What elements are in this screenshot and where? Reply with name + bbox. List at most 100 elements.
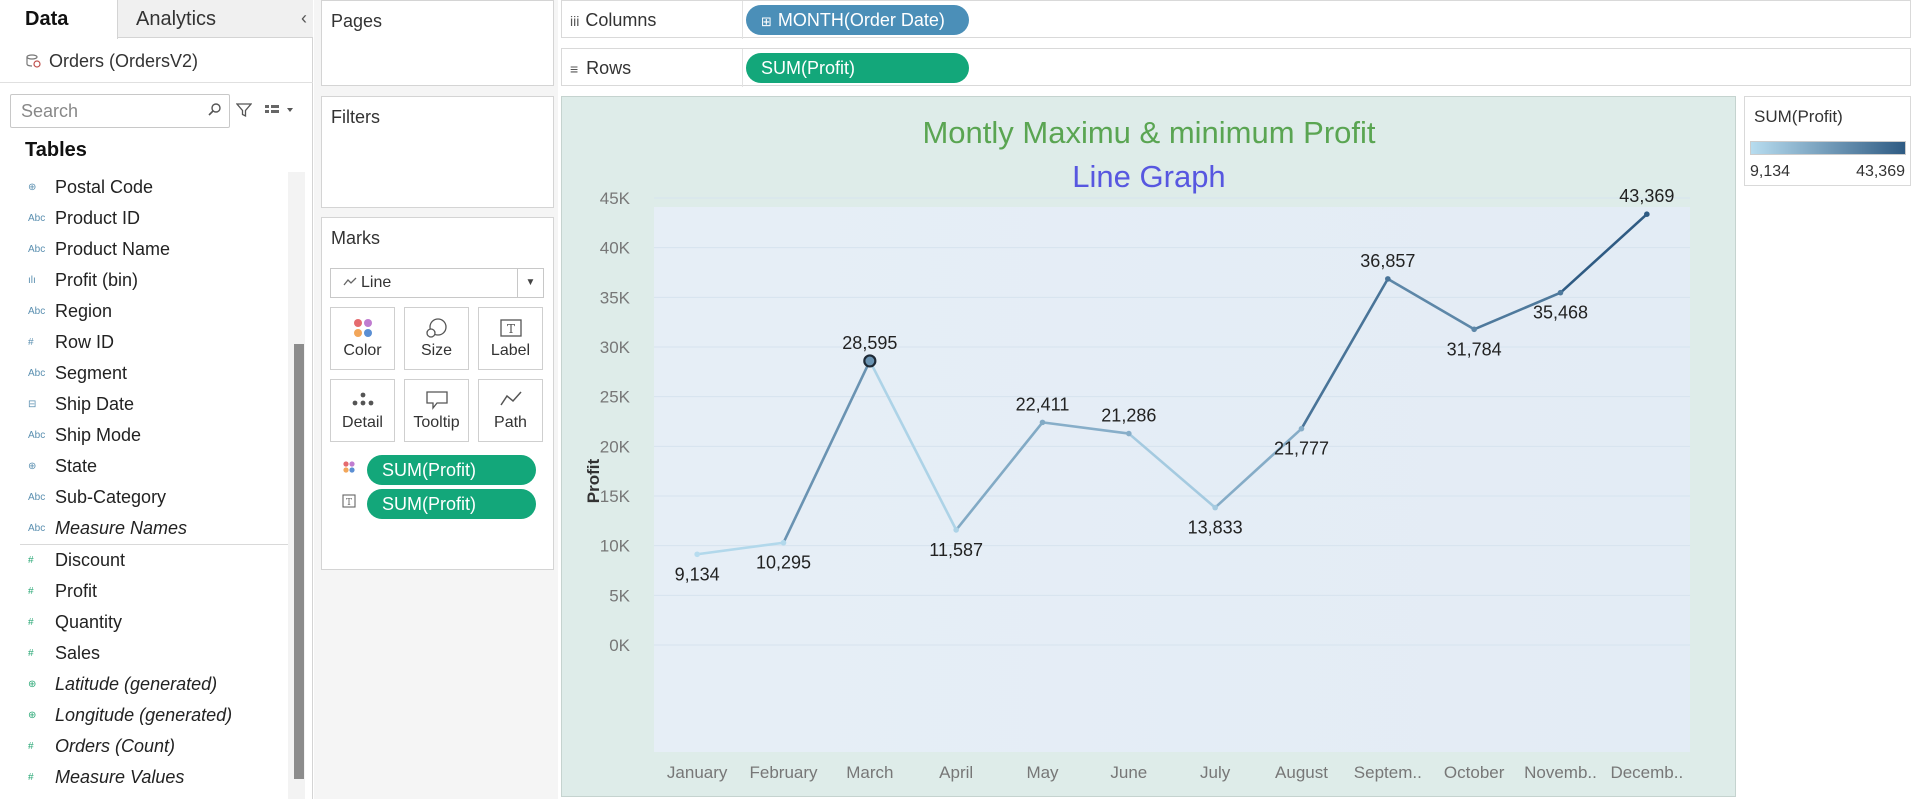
field-item[interactable]: ⊕ State	[20, 451, 288, 482]
x-tick-label[interactable]: February	[749, 763, 818, 782]
filters-card[interactable]: Filters	[321, 96, 554, 208]
data-point[interactable]	[694, 551, 700, 558]
globe-icon: ⊕	[28, 679, 37, 690]
field-item[interactable]: ⊕ Postal Code	[20, 172, 288, 203]
label-icon: T	[479, 308, 542, 342]
field-item[interactable]: Abc Segment	[20, 358, 288, 389]
mark-type-dropdown[interactable]: Line ▼	[330, 268, 544, 298]
expand-icon[interactable]: ⊞	[761, 14, 772, 29]
marks-card: Marks Line ▼ Color Size T Label Detail T…	[321, 217, 554, 570]
label-profit-pill[interactable]: SUM(Profit)	[367, 489, 536, 519]
path-button[interactable]: Path	[478, 379, 543, 442]
data-point[interactable]	[1471, 326, 1477, 333]
scrollbar-thumb[interactable]	[294, 344, 304, 779]
detail-icon	[331, 380, 394, 414]
field-label: Ship Date	[55, 394, 135, 414]
field-item[interactable]: # Row ID	[20, 327, 288, 358]
field-item[interactable]: ⊕ Latitude (generated)	[20, 669, 288, 700]
y-tick-label: 30K	[600, 338, 631, 357]
field-item[interactable]: # Sales	[20, 638, 288, 669]
field-item[interactable]: Abc Product Name	[20, 234, 288, 265]
field-item[interactable]: # Orders (Count)	[20, 731, 288, 762]
data-point[interactable]	[1126, 430, 1132, 437]
field-item[interactable]: # Profit	[20, 576, 288, 607]
search-input[interactable]	[11, 95, 201, 127]
tab-data[interactable]: Data	[0, 0, 118, 39]
y-tick-label: 15K	[600, 487, 631, 506]
columns-shelf[interactable]: iii Columns ⊞ MONTH(Order Date)	[561, 0, 1911, 39]
data-label: 21,777	[1274, 439, 1329, 459]
label-button[interactable]: T Label	[478, 307, 543, 370]
field-label: Ship Mode	[55, 425, 142, 445]
search-icon[interactable]	[207, 102, 223, 118]
x-tick-label[interactable]: March	[846, 763, 893, 782]
view-canvas[interactable]: Montly Maximu & minimum Profit Line Grap…	[561, 96, 1736, 797]
search-box	[10, 94, 230, 128]
field-item[interactable]: ⊟ Ship Date	[20, 389, 288, 420]
abc-icon: Abc	[28, 430, 46, 441]
svg-text:T: T	[506, 322, 514, 336]
tooltip-button[interactable]: Tooltip	[404, 379, 469, 442]
calendar-icon: ⊟	[28, 399, 37, 410]
data-point[interactable]	[1298, 425, 1305, 432]
view-options-icon[interactable]	[264, 102, 298, 118]
data-point[interactable]	[953, 527, 959, 533]
field-label: Orders (Count)	[55, 736, 176, 756]
columns-icon: iii	[570, 13, 580, 29]
color-profit-pill[interactable]: SUM(Profit)	[367, 455, 536, 485]
y-tick-label: 10K	[600, 537, 631, 556]
filter-icon[interactable]	[236, 102, 252, 118]
data-label: 10,295	[756, 553, 811, 573]
field-item[interactable]: Abc Measure Names	[20, 513, 288, 544]
data-point[interactable]	[1212, 504, 1218, 511]
field-item[interactable]: # Discount	[20, 545, 288, 576]
data-label: 31,784	[1447, 339, 1502, 359]
month-order-date-pill[interactable]: ⊞ MONTH(Order Date)	[746, 5, 969, 35]
x-tick-label[interactable]: July	[1200, 763, 1231, 782]
x-tick-label[interactable]: January	[667, 763, 728, 782]
detail-button[interactable]: Detail	[330, 379, 395, 442]
x-tick-label[interactable]: Novemb..	[1524, 763, 1597, 782]
field-label: Quantity	[55, 612, 123, 632]
number-icon: #	[28, 741, 34, 752]
data-point[interactable]	[1557, 289, 1564, 296]
field-item[interactable]: Abc Region	[20, 296, 288, 327]
data-point[interactable]	[863, 354, 877, 368]
abc-icon: Abc	[28, 244, 46, 255]
data-source[interactable]: Orders (OrdersV2)	[25, 48, 198, 74]
field-item[interactable]: Abc Sub-Category	[20, 482, 288, 513]
x-tick-label[interactable]: October	[1444, 763, 1505, 782]
color-button[interactable]: Color	[330, 307, 395, 370]
tab-analytics[interactable]: Analytics	[118, 0, 288, 38]
y-tick-label: 0K	[609, 636, 630, 655]
field-item[interactable]: ılı Profit (bin)	[20, 265, 288, 296]
x-tick-label[interactable]: Decemb..	[1610, 763, 1683, 782]
pages-card[interactable]: Pages	[321, 0, 554, 86]
rows-profit-pill[interactable]: SUM(Profit)	[746, 53, 969, 83]
field-item[interactable]: Abc Product ID	[20, 203, 288, 234]
line-chart[interactable]: Montly Maximu & minimum Profit Line Grap…	[562, 97, 1737, 798]
pages-title: Pages	[331, 11, 383, 31]
color-legend[interactable]: SUM(Profit) 9,134 43,369	[1744, 96, 1911, 186]
data-point[interactable]	[1644, 211, 1650, 218]
field-item[interactable]: Abc Ship Mode	[20, 420, 288, 451]
rows-shelf[interactable]: ≡ Rows SUM(Profit)	[561, 48, 1911, 87]
number-icon: #	[28, 586, 34, 597]
data-point[interactable]	[1039, 419, 1046, 426]
collapse-pane-icon[interactable]: ‹	[301, 0, 307, 38]
size-button[interactable]: Size	[404, 307, 469, 370]
x-tick-label[interactable]: May	[1026, 763, 1059, 782]
x-tick-label[interactable]: June	[1110, 763, 1147, 782]
field-item[interactable]: # Quantity	[20, 607, 288, 638]
x-tick-label[interactable]: Septem..	[1354, 763, 1422, 782]
field-item[interactable]: ⊕ Longitude (generated)	[20, 700, 288, 731]
bin-icon: ılı	[28, 275, 36, 286]
field-label: Segment	[55, 363, 128, 383]
chevron-down-icon[interactable]: ▼	[517, 269, 543, 297]
x-tick-label[interactable]: August	[1275, 763, 1328, 782]
data-point[interactable]	[1385, 276, 1391, 282]
x-tick-label[interactable]: April	[939, 763, 973, 782]
field-item[interactable]: # Measure Values	[20, 762, 288, 793]
data-point[interactable]	[780, 539, 787, 546]
field-label: Sub-Category	[55, 487, 167, 507]
